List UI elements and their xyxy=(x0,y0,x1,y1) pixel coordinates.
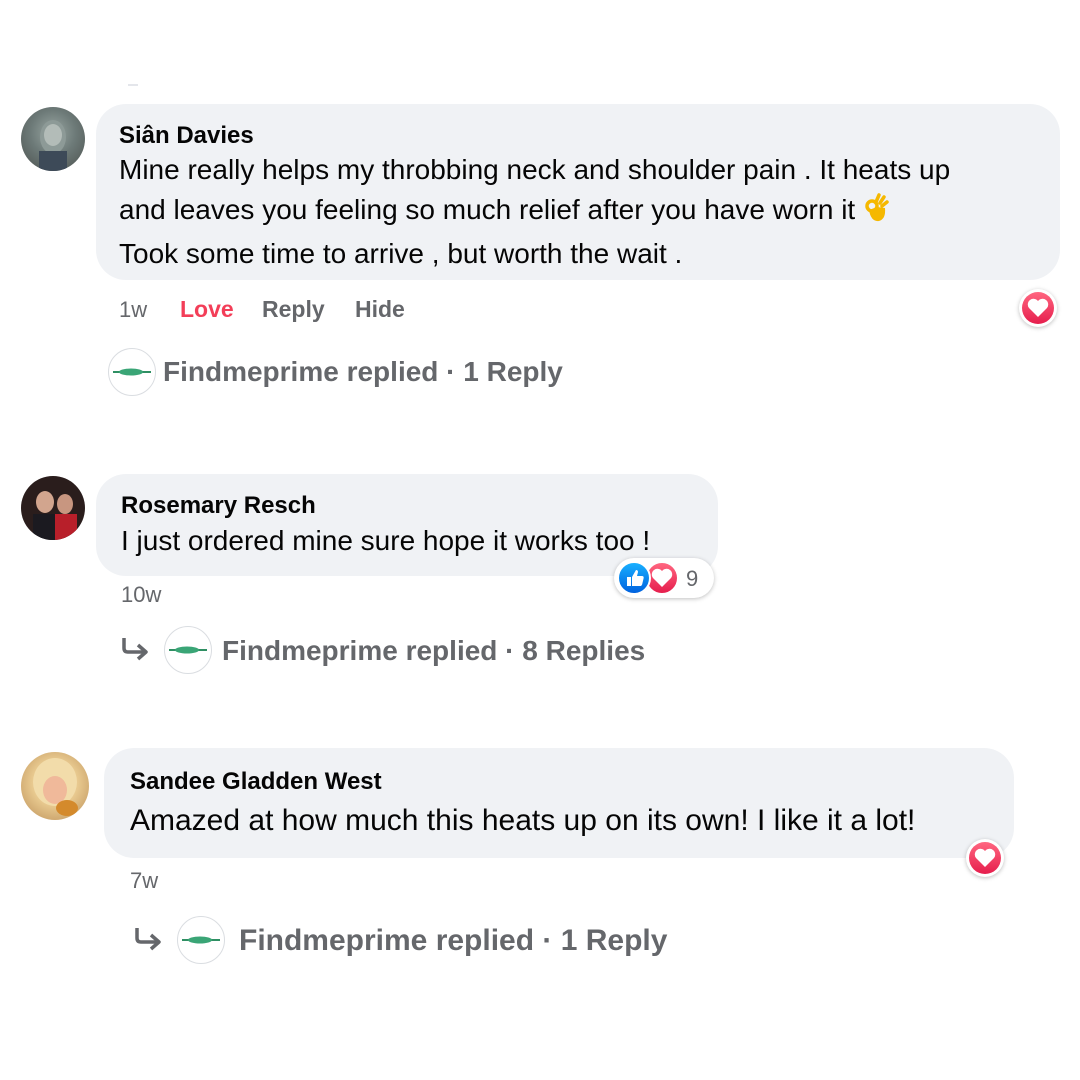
comment-text: Amazed at how much this heats up on its … xyxy=(130,801,915,841)
comment-sandee-gladden-west: Sandee Gladden West Amazed at how much t… xyxy=(0,0,1080,1000)
like-icon xyxy=(617,561,651,595)
comment-author[interactable]: Sandee Gladden West xyxy=(130,768,382,796)
reply-arrow-icon xyxy=(135,928,161,951)
replies-link[interactable]: Findmeprime replied · 1 Reply xyxy=(133,916,693,964)
page-avatar xyxy=(177,916,225,964)
avatar[interactable] xyxy=(21,752,89,820)
replies-summary[interactable]: Findmeprime replied · 1 Reply xyxy=(239,924,667,958)
comment-line: Amazed at how much this heats up on its … xyxy=(130,804,916,837)
heart-icon[interactable] xyxy=(966,839,1004,877)
comment-timestamp[interactable]: 7w xyxy=(130,868,158,894)
